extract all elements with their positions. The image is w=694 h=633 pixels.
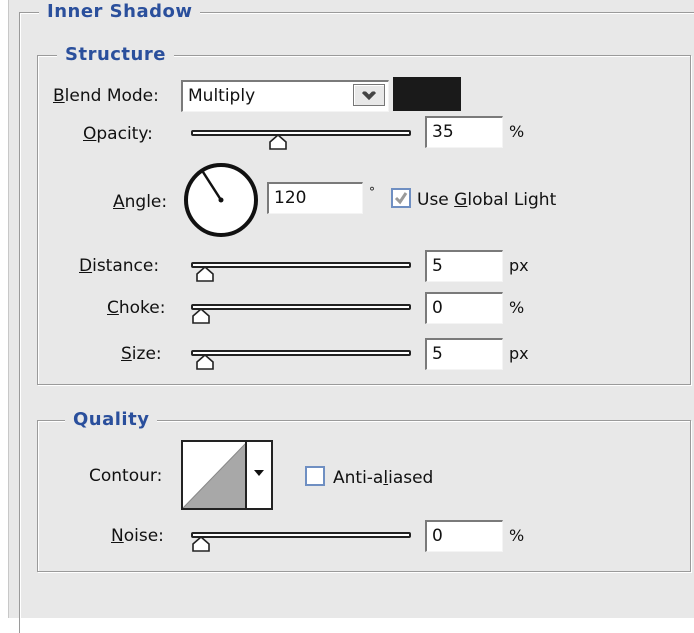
blend-mode-label: Blend Mode: [53, 86, 159, 106]
chevron-down-icon [361, 90, 377, 101]
size-label: Size: [121, 344, 162, 364]
choke-slider-track[interactable] [191, 304, 411, 310]
quality-group [37, 420, 691, 572]
angle-unit: ° [369, 185, 375, 199]
noise-input[interactable]: 0 [425, 520, 503, 552]
size-unit: px [509, 344, 529, 363]
blend-mode-value: Multiply [188, 86, 256, 106]
opacity-slider-thumb[interactable] [268, 134, 288, 150]
distance-slider-thumb[interactable] [195, 266, 215, 282]
opacity-slider-track[interactable] [191, 130, 411, 136]
choke-slider-thumb[interactable] [191, 308, 211, 324]
noise-slider-track[interactable] [191, 532, 411, 538]
checkmark-icon [394, 192, 408, 205]
noise-slider-thumb[interactable] [191, 536, 211, 552]
distance-unit: px [509, 256, 529, 275]
size-slider-track[interactable] [191, 350, 411, 356]
contour-preview-icon [183, 442, 247, 508]
contour-picker[interactable] [181, 440, 273, 510]
anti-aliased-label[interactable]: Anti-aliased [333, 468, 433, 488]
distance-slider-track[interactable] [191, 262, 411, 268]
size-slider-thumb[interactable] [195, 354, 215, 370]
contour-label: Contour: [89, 466, 163, 486]
inner-shadow-panel: Inner Shadow Structure Blend Mode: Multi… [8, 0, 694, 633]
angle-label: Angle: [113, 192, 168, 212]
angle-dial[interactable] [181, 160, 261, 240]
distance-label: Distance: [79, 256, 160, 276]
contour-dropdown-button[interactable] [245, 442, 271, 508]
choke-input[interactable]: 0 [425, 292, 503, 324]
quality-title: Quality [65, 410, 158, 430]
choke-label: Choke: [107, 298, 166, 318]
opacity-input[interactable]: 35 [425, 116, 503, 148]
inner-shadow-title: Inner Shadow [39, 2, 201, 22]
opacity-label: Opacity: [83, 124, 153, 144]
use-global-light-label[interactable]: Use Global Light [417, 190, 556, 210]
structure-title: Structure [57, 45, 174, 65]
angle-input[interactable]: 120 [267, 182, 363, 214]
choke-unit: % [509, 298, 525, 317]
noise-label: Noise: [111, 526, 164, 546]
anti-aliased-checkbox[interactable] [305, 466, 325, 486]
blend-mode-dropdown-button[interactable] [353, 84, 385, 106]
use-global-light-checkbox[interactable] [391, 188, 411, 208]
distance-input[interactable]: 5 [425, 250, 503, 282]
chevron-down-icon [254, 470, 264, 476]
shadow-color-swatch[interactable] [393, 77, 461, 111]
noise-unit: % [509, 526, 525, 545]
size-input[interactable]: 5 [425, 338, 503, 370]
opacity-unit: % [509, 122, 525, 141]
